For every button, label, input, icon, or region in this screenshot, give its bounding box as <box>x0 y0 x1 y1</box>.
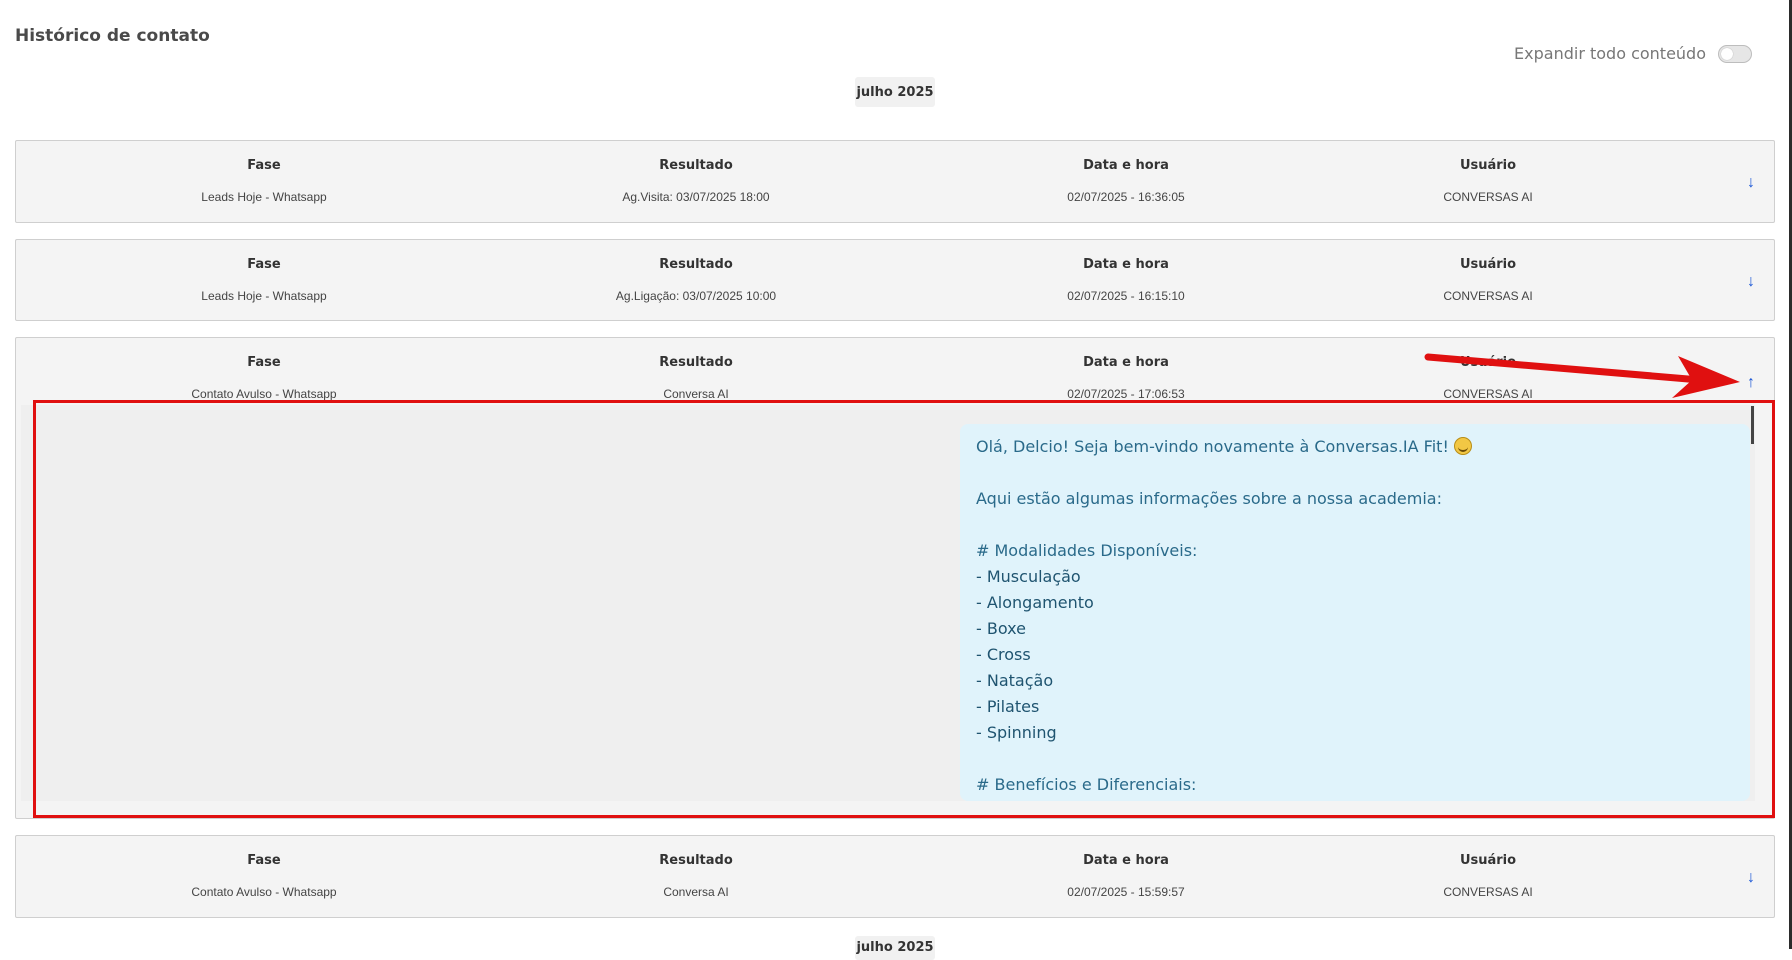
message-greeting-line: Olá, Delcio! Seja bem-vindo novamente à … <box>976 434 1734 460</box>
resultado-column: Resultado Conversa AI <box>546 853 846 899</box>
arrow-up-icon[interactable]: ↑ <box>1743 375 1759 391</box>
resultado-column: Resultado Conversa AI <box>546 355 846 401</box>
data-hora-header: Data e hora <box>1083 853 1169 868</box>
fase-value: Leads Hoje - Whatsapp <box>201 289 327 303</box>
resultado-column: Resultado Ag.Ligação: 03/07/2025 10:00 <box>546 257 846 303</box>
data-hora-column: Data e hora 02/07/2025 - 16:15:10 <box>976 257 1276 303</box>
fase-column: Fase Contato Avulso - Whatsapp <box>114 355 414 401</box>
resultado-header: Resultado <box>659 158 733 173</box>
history-card[interactable]: Fase Contato Avulso - Whatsapp Resultado… <box>15 835 1775 918</box>
arrow-down-icon[interactable]: ↓ <box>1743 870 1759 886</box>
usuario-column: Usuário CONVERSAS AI <box>1338 355 1638 401</box>
data-hora-value: 02/07/2025 - 16:36:05 <box>1067 190 1185 204</box>
modality-item: - Alongamento <box>976 593 1094 612</box>
message-intro: Aqui estão algumas informações sobre a n… <box>976 489 1442 508</box>
data-hora-header: Data e hora <box>1083 257 1169 272</box>
expand-all-label: Expandir todo conteúdo <box>1514 44 1706 63</box>
resultado-value: Conversa AI <box>663 387 729 401</box>
fase-column: Fase Contato Avulso - Whatsapp <box>114 853 414 899</box>
fase-header: Fase <box>247 158 281 173</box>
modality-item: - Boxe <box>976 619 1026 638</box>
fase-header: Fase <box>247 853 281 868</box>
modalities-heading: # Modalidades Disponíveis: <box>976 541 1198 560</box>
resultado-header: Resultado <box>659 853 733 868</box>
data-hora-value: 02/07/2025 - 16:15:10 <box>1067 289 1185 303</box>
month-label: julho 2025 <box>855 936 935 960</box>
month-label: julho 2025 <box>855 77 935 107</box>
modality-item: - Natação <box>976 671 1054 690</box>
fase-header: Fase <box>247 257 281 272</box>
modality-item: - Cross <box>976 645 1031 664</box>
usuario-header: Usuário <box>1459 853 1517 868</box>
resultado-value: Ag.Ligação: 03/07/2025 10:00 <box>615 289 777 303</box>
resultado-header: Resultado <box>659 355 733 370</box>
resultado-header: Resultado <box>659 257 733 272</box>
expand-all-control[interactable]: Expandir todo conteúdo <box>1514 44 1752 63</box>
resultado-value: Ag.Visita: 03/07/2025 18:00 <box>622 190 770 204</box>
fase-header: Fase <box>247 355 281 370</box>
history-card[interactable]: Fase Leads Hoje - Whatsapp Resultado Ag.… <box>15 239 1775 321</box>
chat-message-bubble: Olá, Delcio! Seja bem-vindo novamente à … <box>960 424 1750 801</box>
usuario-column: Usuário CONVERSAS AI <box>1338 158 1638 204</box>
usuario-value: CONVERSAS AI <box>1443 289 1533 303</box>
arrow-down-icon[interactable]: ↓ <box>1743 274 1759 290</box>
expand-all-toggle[interactable] <box>1718 44 1752 63</box>
message-greeting: Olá, Delcio! Seja bem-vindo novamente à … <box>976 437 1449 456</box>
fase-column: Fase Leads Hoje - Whatsapp <box>114 158 414 204</box>
data-hora-column: Data e hora 02/07/2025 - 17:06:53 <box>976 355 1276 401</box>
resultado-value: Conversa AI <box>663 885 729 899</box>
smiling-face-emoji-icon <box>1453 437 1472 455</box>
fase-column: Fase Leads Hoje - Whatsapp <box>114 257 414 303</box>
modality-item: - Spinning <box>976 723 1057 742</box>
usuario-value: CONVERSAS AI <box>1443 885 1533 899</box>
data-hora-value: 02/07/2025 - 15:59:57 <box>1067 885 1185 899</box>
modality-item: - Musculação <box>976 567 1081 586</box>
fase-value: Leads Hoje - Whatsapp <box>201 190 327 204</box>
page-title: Histórico de contato <box>15 26 210 46</box>
resultado-column: Resultado Ag.Visita: 03/07/2025 18:00 <box>546 158 846 204</box>
data-hora-column: Data e hora 02/07/2025 - 16:36:05 <box>976 158 1276 204</box>
modality-item: - Pilates <box>976 697 1040 716</box>
usuario-header: Usuário <box>1459 257 1517 272</box>
usuario-header: Usuário <box>1459 355 1517 370</box>
data-hora-header: Data e hora <box>1083 355 1169 370</box>
usuario-value: CONVERSAS AI <box>1443 387 1533 401</box>
fase-value: Contato Avulso - Whatsapp <box>191 387 337 401</box>
usuario-header: Usuário <box>1459 158 1517 173</box>
arrow-down-icon[interactable]: ↓ <box>1743 175 1759 191</box>
toggle-knob <box>1721 47 1733 60</box>
data-hora-column: Data e hora 02/07/2025 - 15:59:57 <box>976 853 1276 899</box>
benefits-heading: # Benefícios e Diferenciais: <box>976 775 1197 794</box>
fase-value: Contato Avulso - Whatsapp <box>191 885 337 899</box>
history-card[interactable]: Fase Leads Hoje - Whatsapp Resultado Ag.… <box>15 140 1775 223</box>
usuario-column: Usuário CONVERSAS AI <box>1338 853 1638 899</box>
data-hora-header: Data e hora <box>1083 158 1169 173</box>
data-hora-value: 02/07/2025 - 17:06:53 <box>1067 387 1185 401</box>
message-scrollbar[interactable] <box>1751 406 1754 444</box>
usuario-value: CONVERSAS AI <box>1443 190 1533 204</box>
usuario-column: Usuário CONVERSAS AI <box>1338 257 1638 303</box>
